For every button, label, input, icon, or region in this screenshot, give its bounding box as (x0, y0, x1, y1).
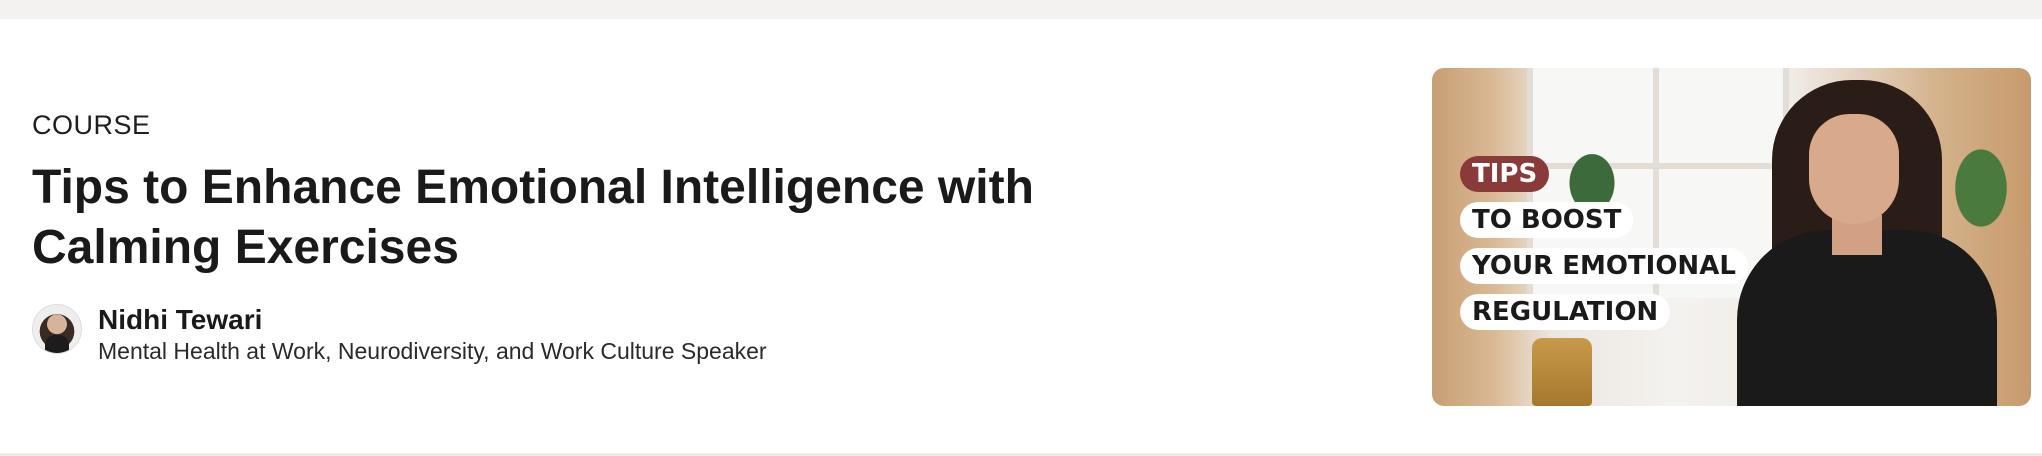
author-text: Nidhi Tewari Mental Health at Work, Neur… (98, 304, 767, 366)
overlay-chip-to-boost: TO BOOST (1460, 202, 1634, 238)
thumbnail-presenter (1717, 80, 2017, 406)
course-info: COURSE Tips to Enhance Emotional Intelli… (32, 110, 1252, 366)
presenter-body (1737, 230, 1997, 406)
course-thumbnail[interactable]: TIPS TO BOOST YOUR EMOTIONAL REGULATION (1432, 68, 2031, 406)
overlay-chip-your-emotional: YOUR EMOTIONAL (1460, 248, 1748, 284)
author-avatar[interactable] (32, 304, 82, 354)
thumbnail-vase (1532, 338, 1592, 406)
overlay-chip-regulation: REGULATION (1460, 294, 1671, 330)
author-block[interactable]: Nidhi Tewari Mental Health at Work, Neur… (32, 304, 1252, 366)
thumbnail-overlay-text: TIPS TO BOOST YOUR EMOTIONAL REGULATION (1460, 156, 1748, 340)
presenter-face (1809, 114, 1899, 224)
author-name[interactable]: Nidhi Tewari (98, 304, 767, 336)
author-role: Mental Health at Work, Neurodiversity, a… (98, 338, 767, 364)
overlay-chip-tips: TIPS (1460, 156, 1550, 192)
course-eyebrow: COURSE (32, 110, 151, 140)
top-strip (0, 0, 2042, 19)
course-title[interactable]: Tips to Enhance Emotional Intelligence w… (32, 158, 1232, 278)
